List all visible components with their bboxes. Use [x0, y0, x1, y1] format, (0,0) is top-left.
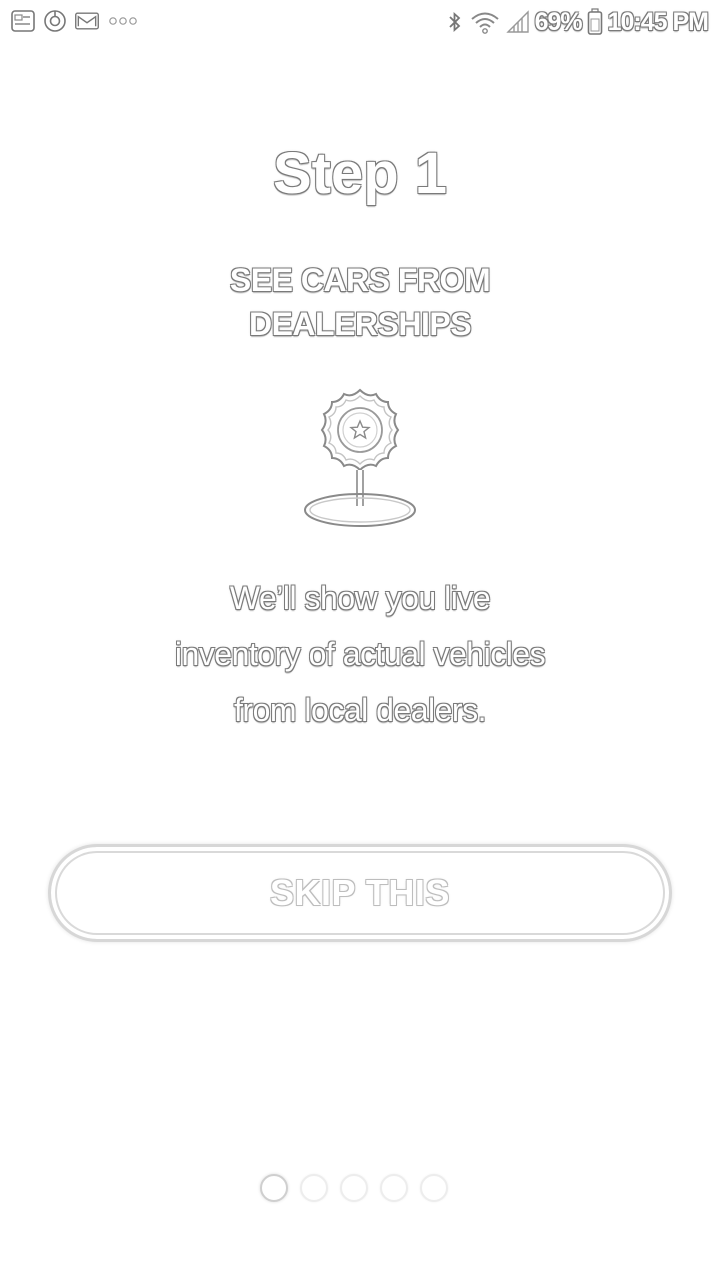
battery-percent: 69%	[534, 7, 583, 36]
page-indicator-dot[interactable]	[420, 1174, 448, 1202]
wifi-icon	[469, 9, 501, 35]
gmail-icon	[74, 8, 100, 34]
bluetooth-icon	[445, 9, 465, 35]
step-title: Step 1	[272, 141, 448, 206]
step-heading-line-1: SEE CARS FROM	[229, 262, 491, 298]
step-heading: SEE CARS FROM DEALERSHIPS	[160, 258, 560, 346]
page-indicator-dot[interactable]	[260, 1174, 288, 1202]
page-indicator-dot[interactable]	[380, 1174, 408, 1202]
step-description-line-1: We’ll show you live	[229, 580, 491, 616]
step-description: We’ll show you live inventory of actual …	[120, 570, 600, 738]
image-notification-icon	[10, 8, 36, 34]
more-notifications-icon	[106, 8, 140, 34]
cell-signal-icon	[505, 9, 531, 35]
clock: 10:45 PM	[607, 7, 709, 36]
status-bar: 69% 10:45 PM	[0, 0, 720, 44]
skip-button[interactable]: SKIP THIS	[48, 844, 672, 942]
sync-icon	[42, 8, 68, 34]
system-status: 69% 10:45 PM	[445, 6, 709, 38]
battery-icon	[586, 8, 604, 35]
step-description-line-2: inventory of actual vehicles	[174, 636, 546, 672]
page-indicator	[260, 1172, 460, 1204]
step-heading-line-2: DEALERSHIPS	[248, 306, 472, 342]
dealer-location-badge-icon	[300, 386, 420, 534]
page-indicator-dot[interactable]	[300, 1174, 328, 1202]
notification-icons	[10, 8, 140, 34]
skip-button-label: SKIP THIS	[270, 872, 450, 913]
page-indicator-dot[interactable]	[340, 1174, 368, 1202]
step-description-line-3: from local dealers.	[234, 692, 486, 728]
